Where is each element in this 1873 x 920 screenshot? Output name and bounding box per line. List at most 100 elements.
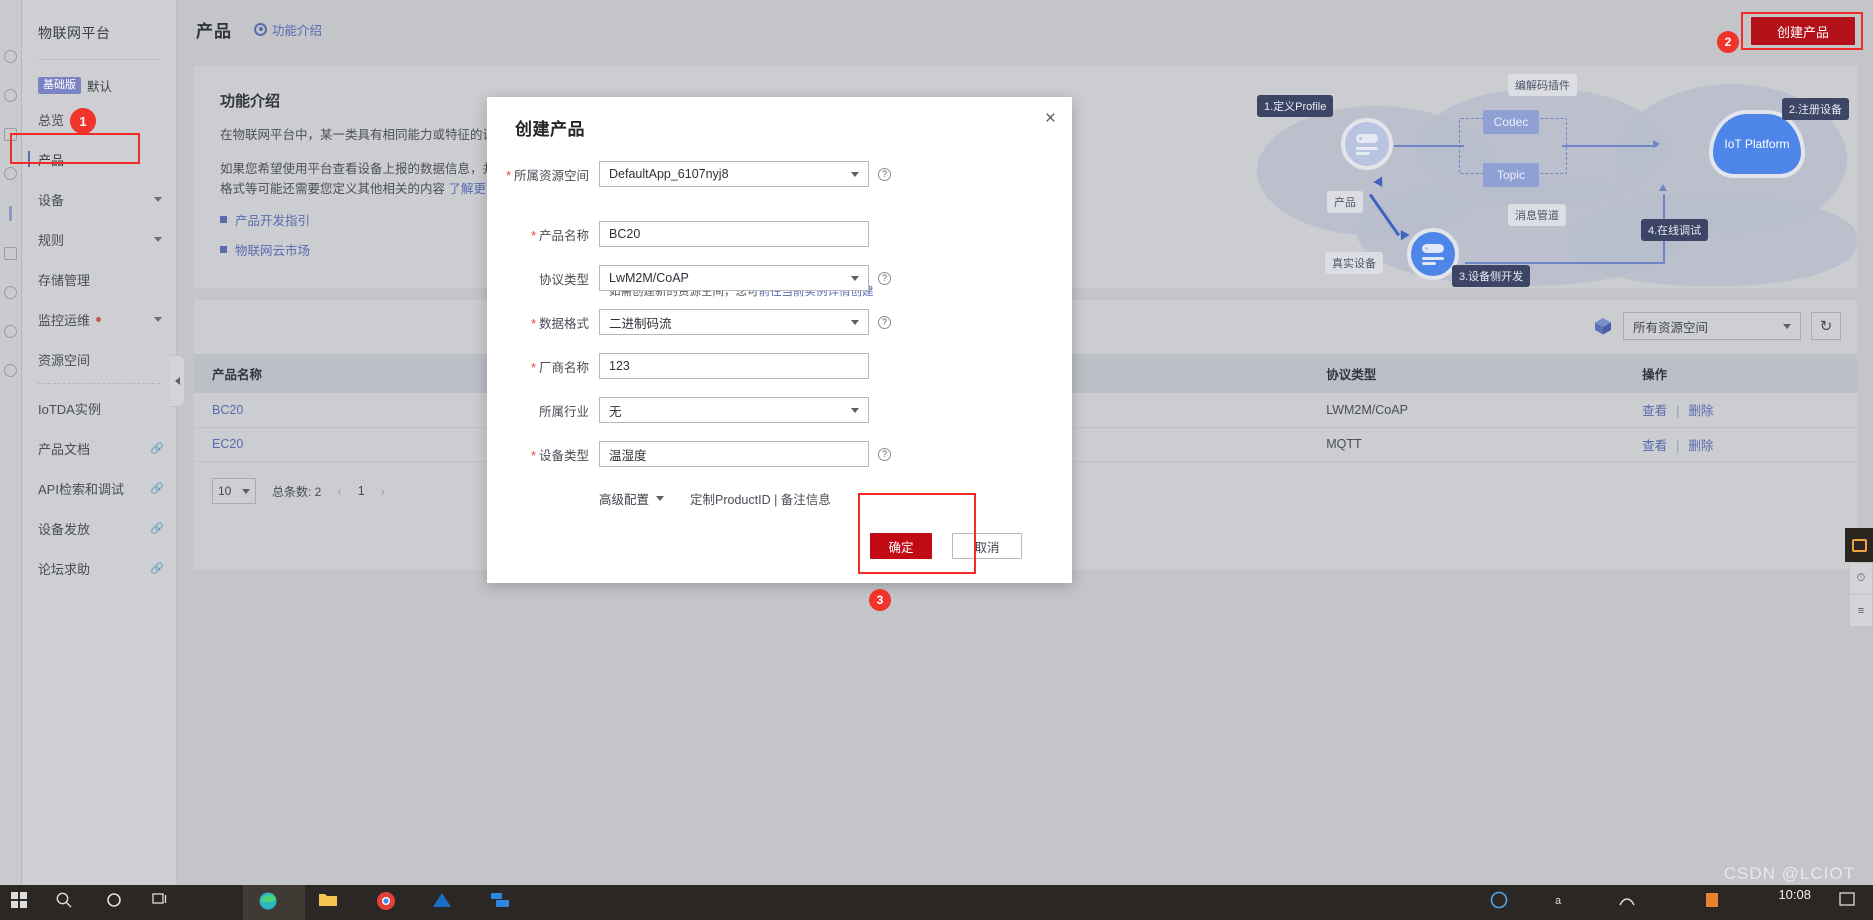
app-icon-blue-squares[interactable] — [490, 891, 512, 913]
floating-widget-help[interactable]: ⏱ — [1849, 562, 1873, 594]
rail-icon-6[interactable] — [4, 247, 17, 260]
cortana-icon[interactable] — [105, 891, 127, 913]
sidebar-item-device[interactable]: 设备 — [22, 183, 176, 215]
industry-dropdown[interactable]: 无 — [599, 397, 869, 423]
sidebar-item-storage[interactable]: 存储管理 — [22, 263, 176, 295]
dialog-footer: 确定 取消 — [487, 517, 1072, 583]
sidebar-item-label: 总览 — [38, 112, 65, 128]
product-name-link[interactable]: EC20 — [212, 437, 243, 451]
edge-icon[interactable] — [258, 891, 280, 913]
refresh-button[interactable]: ↻ — [1811, 312, 1841, 340]
step3-tag: 3.设备侧开发 — [1452, 265, 1531, 287]
chevron-down-icon — [851, 275, 859, 281]
help-icon[interactable]: ? — [878, 271, 891, 285]
app-icon-blue-triangle[interactable] — [432, 891, 454, 913]
floating-widget-primary[interactable] — [1845, 528, 1873, 562]
cancel-button[interactable]: 取消 — [952, 533, 1022, 559]
sidebar-item-label: 产品文档 — [38, 441, 91, 457]
step-badge-1: 1 — [70, 108, 96, 134]
sidebar-item-product-doc[interactable]: 产品文档 🔗 — [22, 432, 176, 464]
field-row-manufacturer: * 厂商名称 123 — [487, 353, 1072, 379]
eye-icon — [254, 22, 267, 36]
close-icon[interactable]: × — [1045, 109, 1056, 128]
sidebar-divider-dashed — [38, 383, 160, 384]
new-dot-icon — [96, 316, 101, 322]
data-format-value: 二进制码流 — [609, 316, 672, 331]
rail-icon-5[interactable] — [9, 206, 12, 221]
manufacturer-input[interactable]: 123 — [599, 353, 869, 379]
rail-icon-4[interactable] — [4, 167, 17, 180]
sidebar: 物联网平台 基础版 默认 总览 产品 设备 规则 存储管理 监控运维 资源空间 … — [22, 0, 177, 885]
sidebar-item-product[interactable]: 产品 — [22, 143, 176, 175]
product-name-input[interactable]: BC20 — [599, 221, 869, 247]
prev-page-button[interactable]: ‹ — [337, 484, 341, 499]
app-icon-misc-1[interactable] — [1490, 891, 1512, 913]
rail-icon-1[interactable] — [4, 50, 17, 63]
rail-icon-8[interactable] — [4, 325, 17, 338]
product-dev-guide-label: 产品开发指引 — [235, 214, 311, 228]
data-format-dropdown[interactable]: 二进制码流 — [599, 309, 869, 335]
rail-icon-2[interactable] — [4, 89, 17, 102]
sidebar-item-monitor[interactable]: 监控运维 — [22, 303, 176, 335]
chevron-down-icon — [154, 316, 162, 322]
sidebar-item-api-explorer[interactable]: API检索和调试 🔗 — [22, 472, 176, 504]
next-page-button[interactable]: › — [381, 484, 385, 499]
file-explorer-icon[interactable] — [318, 891, 340, 913]
total-count-label: 总条数: 2 — [272, 484, 322, 499]
rail-icon-7[interactable] — [4, 286, 17, 299]
app-icon-misc-2[interactable]: a — [1553, 891, 1575, 913]
sidebar-item-label: 论坛求助 — [38, 561, 91, 577]
sidebar-item-label: 规则 — [38, 232, 65, 248]
view-link[interactable]: 查看 — [1642, 439, 1667, 453]
windows-taskbar: a 10:08 — [0, 885, 1873, 920]
bullet-square-icon — [220, 216, 227, 223]
sidebar-item-rule[interactable]: 规则 — [22, 223, 176, 255]
rail-icon-9[interactable] — [4, 364, 17, 377]
step-badge-3: 3 — [869, 589, 891, 611]
notification-icon[interactable] — [1839, 891, 1861, 913]
flow-diagram: Codec Topic 编解码插件 消息管道 产品 1.定义Profile 真实… — [1237, 66, 1857, 288]
page-number-1[interactable]: 1 — [358, 484, 365, 498]
page-size-select[interactable]: 10 — [212, 478, 256, 504]
feature-intro-label: 功能介绍 — [272, 23, 323, 38]
view-link[interactable]: 查看 — [1642, 404, 1667, 418]
sidebar-item-iotda-instance[interactable]: IoTDA实例 — [22, 392, 176, 424]
feature-intro-link[interactable]: 功能介绍 — [254, 20, 322, 39]
sidebar-item-label: 设备发放 — [38, 521, 91, 537]
field-label-product-name: * 产品名称 — [531, 228, 589, 243]
chrome-icon[interactable] — [376, 891, 398, 913]
box-icon — [1851, 538, 1867, 552]
start-icon[interactable] — [10, 891, 32, 913]
step2-tag: 2.注册设备 — [1781, 98, 1849, 120]
help-icon[interactable]: ? — [878, 315, 891, 329]
confirm-button[interactable]: 确定 — [870, 533, 932, 559]
rail-icon-3[interactable] — [4, 128, 17, 141]
protocol-type-dropdown[interactable]: LwM2M/CoAP — [599, 265, 869, 291]
help-icon[interactable]: ? — [878, 167, 891, 181]
sidebar-brand: 物联网平台 — [38, 25, 111, 41]
edition-badge: 基础版 — [38, 77, 81, 94]
delete-link[interactable]: 删除 — [1688, 404, 1713, 418]
app-icon-orange-doc[interactable] — [1703, 891, 1725, 913]
sidebar-item-resource-space[interactable]: 资源空间 — [22, 343, 176, 375]
taskbar-clock[interactable]: 10:08 — [1778, 887, 1811, 903]
delete-link[interactable]: 删除 — [1688, 439, 1713, 453]
search-icon[interactable] — [55, 891, 77, 913]
dialog-title: 创建产品 — [515, 120, 585, 139]
product-name-link[interactable]: BC20 — [212, 403, 243, 417]
floating-widget-list[interactable]: ≡ — [1849, 594, 1873, 626]
advanced-config-toggle[interactable]: 高级配置 — [599, 489, 665, 508]
external-link-icon: 🔗 — [150, 442, 164, 455]
create-product-button[interactable]: 创建产品 — [1751, 17, 1855, 45]
sidebar-item-overview[interactable]: 总览 — [22, 103, 176, 135]
app-icon-misc-3[interactable] — [1618, 891, 1640, 913]
device-type-input[interactable]: 温湿度 — [599, 441, 869, 467]
task-view-icon[interactable] — [152, 891, 174, 913]
sidebar-item-forum[interactable]: 论坛求助 🔗 — [22, 552, 176, 584]
svg-text:a: a — [1555, 895, 1562, 907]
resource-space-select[interactable]: 所有资源空间 — [1623, 312, 1801, 340]
help-icon[interactable]: ? — [878, 447, 891, 461]
sidebar-item-label: IoTDA实例 — [38, 401, 101, 417]
sidebar-item-device-provisioning[interactable]: 设备发放 🔗 — [22, 512, 176, 544]
resource-space-dropdown[interactable]: DefaultApp_6107nyj8 — [599, 161, 869, 187]
